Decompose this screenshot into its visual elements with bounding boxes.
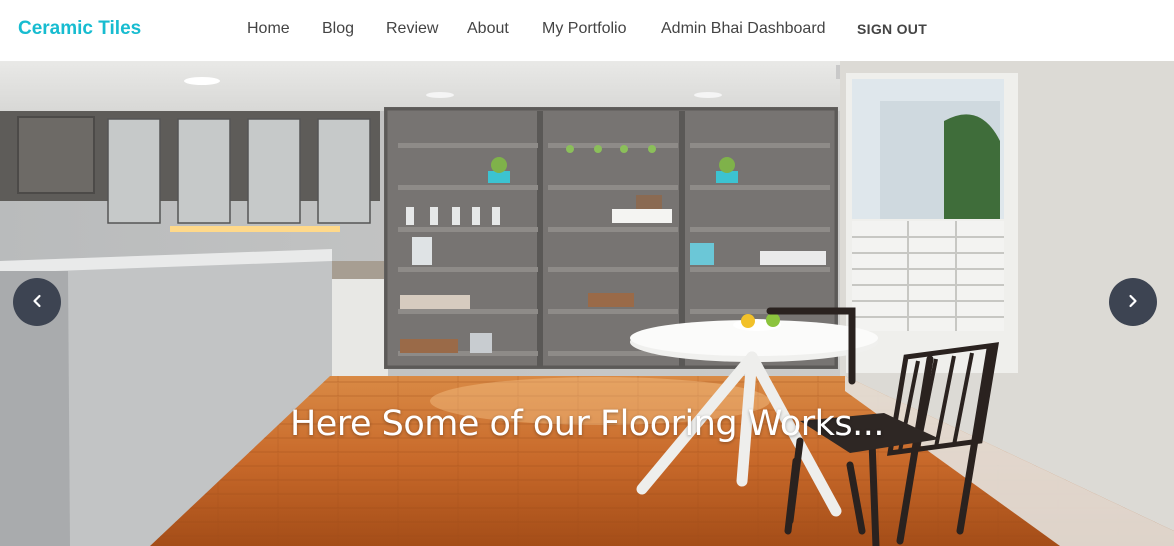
carousel-prev-button[interactable]	[13, 278, 61, 326]
navbar: Ceramic Tiles Home Blog Review About My …	[0, 0, 1174, 61]
chevron-left-icon	[29, 293, 45, 312]
nav-review[interactable]: Review	[386, 20, 438, 38]
nav-about[interactable]: About	[467, 20, 509, 38]
chevron-right-icon	[1125, 293, 1141, 312]
nav-admin-dashboard[interactable]: Admin Bhai Dashboard	[661, 20, 826, 38]
hero-image	[0, 61, 1174, 546]
hero-carousel: Here Some of our Flooring Works...	[0, 61, 1174, 546]
nav-blog[interactable]: Blog	[322, 20, 354, 38]
brand-logo[interactable]: Ceramic Tiles	[18, 18, 141, 40]
nav-home[interactable]: Home	[247, 20, 290, 38]
carousel-next-button[interactable]	[1109, 278, 1157, 326]
carousel-caption: Here Some of our Flooring Works...	[289, 404, 885, 444]
nav-my-portfolio[interactable]: My Portfolio	[542, 20, 626, 38]
sign-out-button[interactable]: SIGN OUT	[857, 21, 927, 37]
